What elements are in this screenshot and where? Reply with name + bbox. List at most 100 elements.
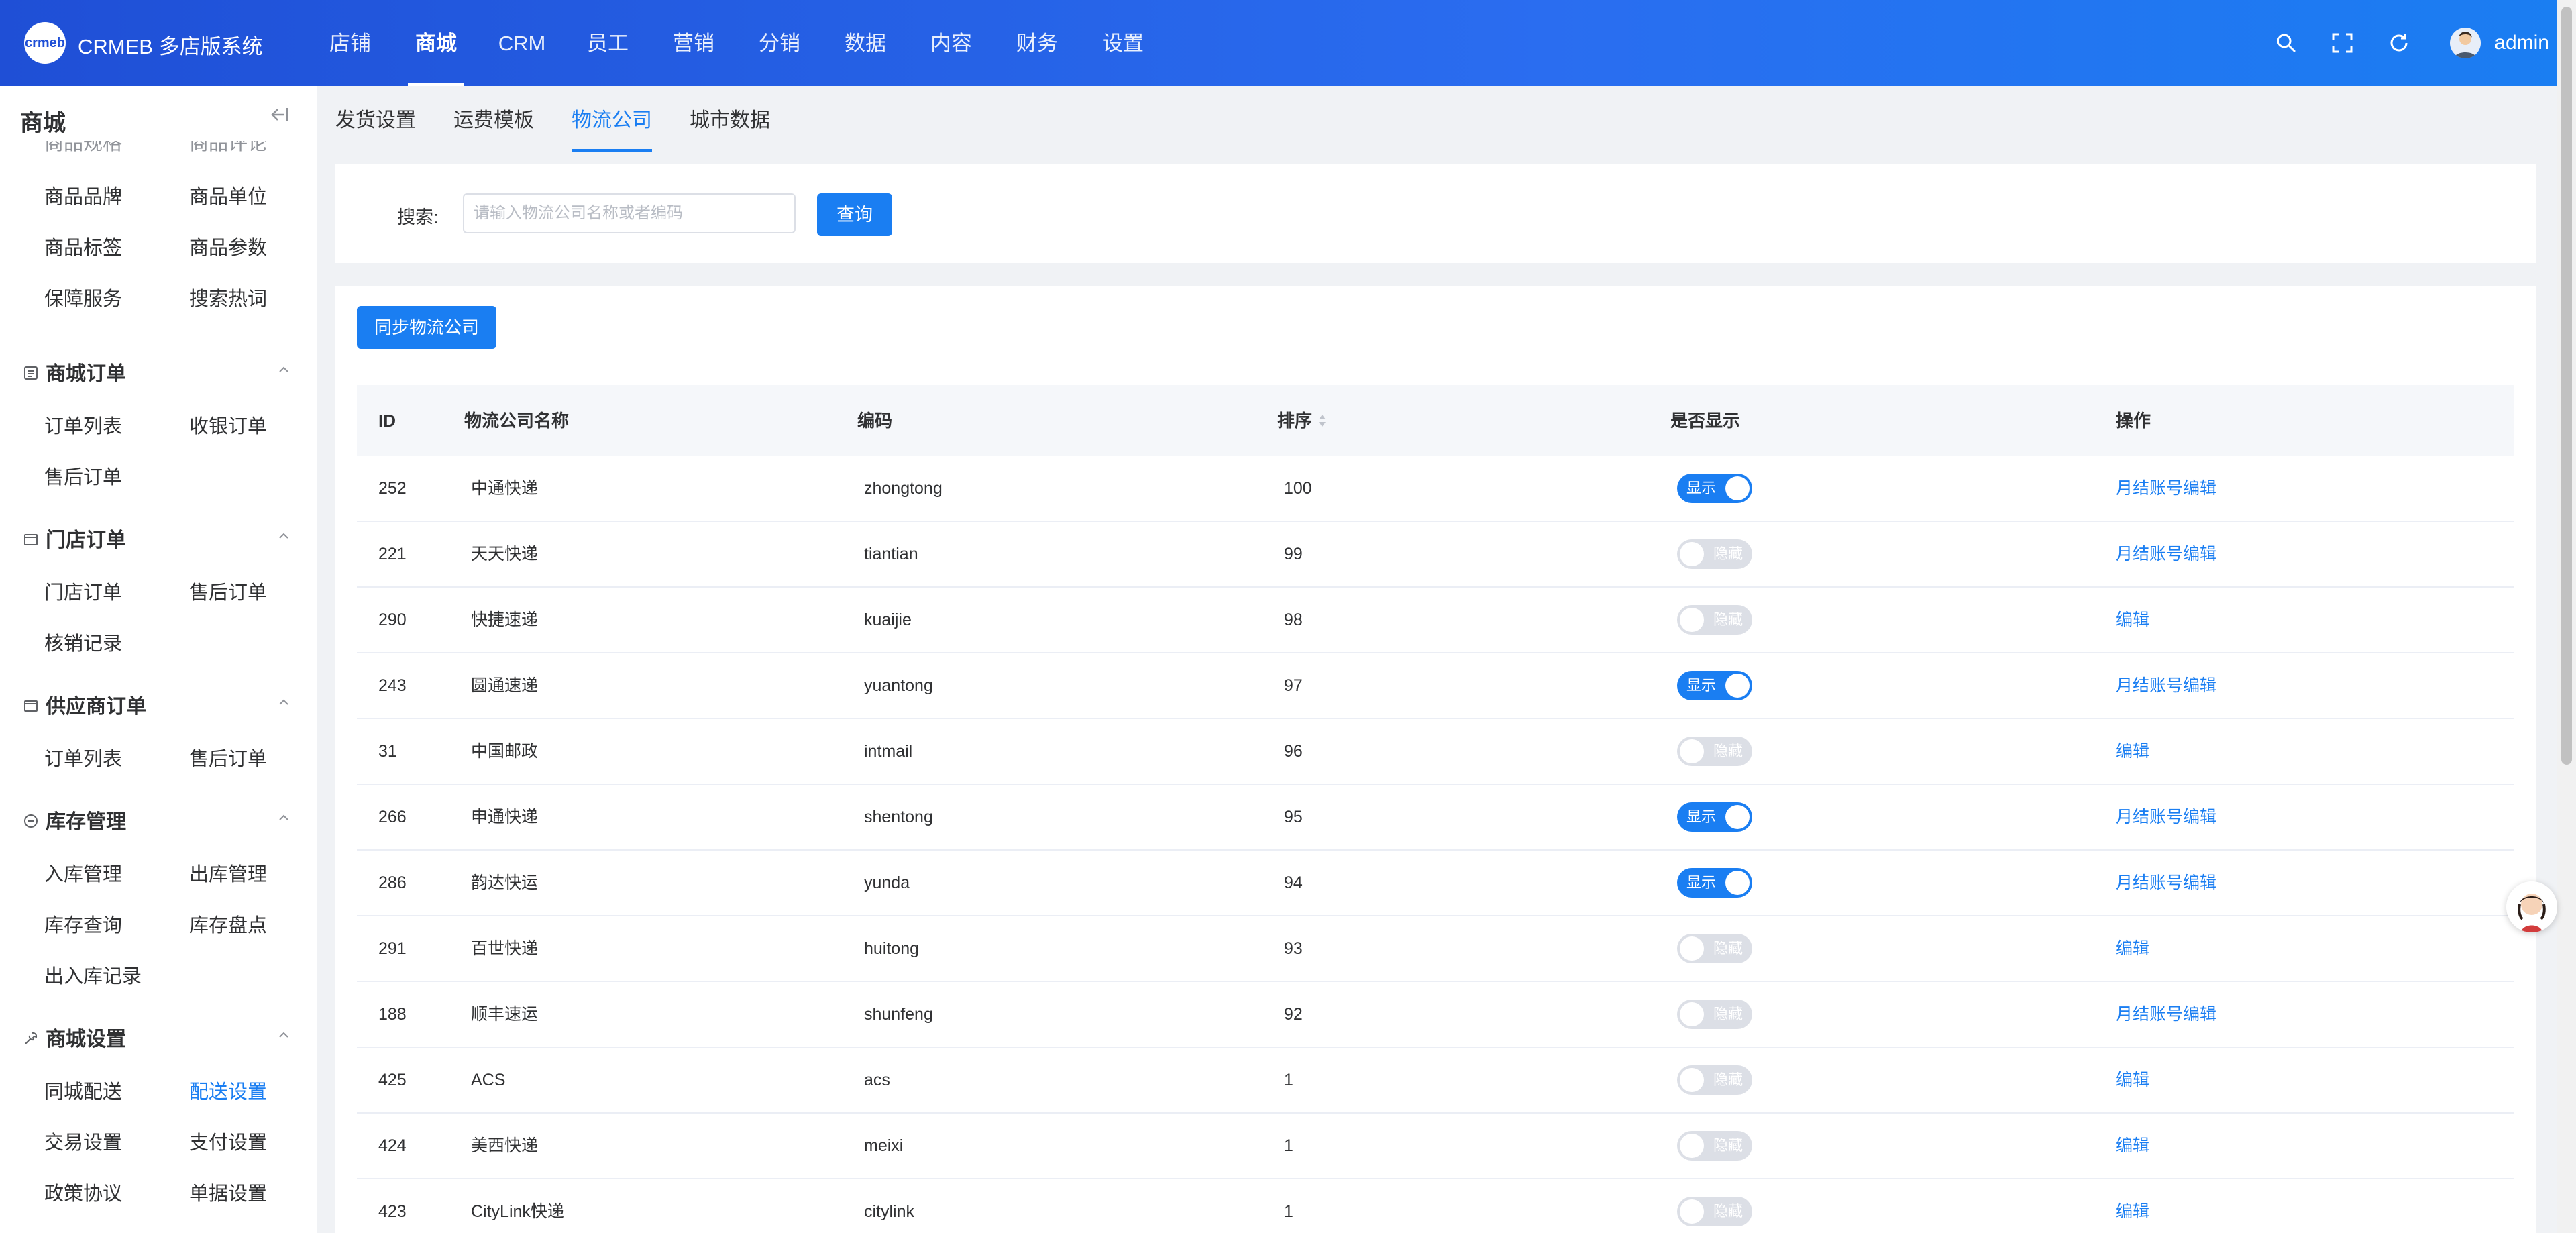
sidebar-item-store-aftersale[interactable]: 售后订单: [189, 577, 267, 605]
sidebar-item-policy[interactable]: 政策协议: [44, 1178, 122, 1206]
visibility-toggle[interactable]: 隐藏: [1677, 934, 1752, 963]
sidebar-group-supplier-orders[interactable]: 供应商订单: [23, 690, 146, 719]
cell-sort: 93: [1284, 939, 1303, 958]
visibility-toggle[interactable]: 显示: [1677, 868, 1752, 898]
tab-logistics-company[interactable]: 物流公司: [572, 103, 652, 152]
sidebar-item-stock-out[interactable]: 出库管理: [189, 859, 267, 887]
sidebar-item-brand[interactable]: 商品品牌: [44, 181, 122, 209]
sidebar-item-stock-query[interactable]: 库存查询: [44, 910, 122, 938]
sidebar-group-mall-orders[interactable]: 商城订单: [23, 357, 126, 386]
chevron-up-icon[interactable]: [276, 695, 291, 713]
sidebar-item-verify-records[interactable]: 核销记录: [44, 628, 122, 656]
visibility-toggle[interactable]: 隐藏: [1677, 737, 1752, 766]
sidebar-item-stock-records[interactable]: 出入库记录: [44, 961, 142, 989]
sidebar-item-order-list[interactable]: 订单列表: [44, 411, 122, 439]
chevron-up-icon[interactable]: [276, 362, 291, 380]
monthly-account-edit-link[interactable]: 月结账号编辑: [2116, 653, 2216, 718]
cell-id: 188: [378, 1005, 407, 1024]
cell-code: shunfeng: [864, 1005, 933, 1024]
sidebar-title: 商城: [20, 111, 66, 136]
sidebar-item-review[interactable]: 商品评论: [189, 141, 267, 156]
visibility-toggle[interactable]: 隐藏: [1677, 1131, 1752, 1161]
top-nav-data[interactable]: 数据: [822, 0, 908, 86]
sidebar-item-delivery-settings[interactable]: 配送设置: [189, 1076, 267, 1104]
visibility-toggle[interactable]: 隐藏: [1677, 605, 1752, 635]
visibility-toggle[interactable]: 隐藏: [1677, 1197, 1752, 1226]
top-nav-mall[interactable]: 商城: [393, 0, 479, 86]
top-nav-distribution[interactable]: 分销: [737, 0, 822, 86]
chevron-up-icon[interactable]: [276, 810, 291, 828]
sidebar-item-payment-settings[interactable]: 支付设置: [189, 1127, 267, 1155]
sidebar-item-city-delivery[interactable]: 同城配送: [44, 1076, 122, 1104]
collapse-sidebar-icon[interactable]: [268, 106, 290, 127]
visibility-toggle[interactable]: 隐藏: [1677, 1065, 1752, 1095]
search-input[interactable]: [463, 193, 796, 233]
edit-link[interactable]: 编辑: [2116, 1179, 2149, 1233]
search-icon[interactable]: [2273, 30, 2300, 56]
top-nav-store[interactable]: 店铺: [307, 0, 393, 86]
chevron-up-icon[interactable]: [276, 1028, 291, 1046]
sort-icon[interactable]: [1318, 386, 1327, 458]
monthly-account-edit-link[interactable]: 月结账号编辑: [2116, 456, 2216, 521]
sidebar-item-cashier-orders[interactable]: 收银订单: [189, 411, 267, 439]
top-nav-content[interactable]: 内容: [908, 0, 994, 86]
query-button[interactable]: 查询: [817, 193, 892, 236]
cell-name: 顺丰速运: [471, 1005, 539, 1024]
sidebar-item-store-orders[interactable]: 门店订单: [44, 577, 122, 605]
monthly-account-edit-link[interactable]: 月结账号编辑: [2116, 982, 2216, 1047]
edit-link[interactable]: 编辑: [2116, 1114, 2149, 1178]
refresh-icon[interactable]: [2385, 30, 2412, 56]
sidebar-item-hot-search[interactable]: 搜索热词: [189, 283, 267, 311]
sidebar-item-guarantee[interactable]: 保障服务: [44, 283, 122, 311]
visibility-toggle[interactable]: 隐藏: [1677, 1000, 1752, 1029]
top-nav-settings[interactable]: 设置: [1080, 0, 1166, 86]
visibility-toggle[interactable]: 显示: [1677, 802, 1752, 832]
sidebar-item-unit[interactable]: 商品单位: [189, 181, 267, 209]
user-avatar[interactable]: [2450, 28, 2481, 58]
fullscreen-icon[interactable]: [2329, 30, 2356, 56]
username[interactable]: admin: [2494, 32, 2549, 54]
column-header-sort[interactable]: 排序: [1277, 385, 1327, 458]
top-nav-finance[interactable]: 财务: [994, 0, 1080, 86]
visibility-toggle[interactable]: 隐藏: [1677, 539, 1752, 569]
customer-service-avatar-icon[interactable]: [2506, 881, 2557, 932]
scrollbar-thumb[interactable]: [2561, 7, 2572, 765]
monthly-account-edit-link[interactable]: 月结账号编辑: [2116, 851, 2216, 915]
visibility-toggle[interactable]: 显示: [1677, 474, 1752, 503]
sidebar-item-stocktake[interactable]: 库存盘点: [189, 910, 267, 938]
top-nav-marketing[interactable]: 营销: [651, 0, 737, 86]
sidebar-item-supplier-order-list[interactable]: 订单列表: [44, 743, 122, 771]
chevron-up-icon[interactable]: [276, 529, 291, 547]
visibility-toggle[interactable]: 显示: [1677, 671, 1752, 700]
sidebar-item-stock-in[interactable]: 入库管理: [44, 859, 122, 887]
monthly-account-edit-link[interactable]: 月结账号编辑: [2116, 522, 2216, 586]
sync-logistics-button[interactable]: 同步物流公司: [357, 306, 496, 349]
edit-link[interactable]: 编辑: [2116, 1048, 2149, 1112]
table-row: 252 中通快递 zhongtong 100 显示 月结账号编辑: [357, 456, 2514, 522]
logistics-table-panel: 同步物流公司 ID 物流公司名称 编码 排序 是否显示 操作 252 中通快递 zh…: [335, 286, 2536, 1233]
toggle-label: 隐藏: [1713, 1203, 1743, 1220]
sidebar-item-supplier-aftersale[interactable]: 售后订单: [189, 743, 267, 771]
cell-id: 221: [378, 545, 407, 564]
sidebar-item-spec[interactable]: 商品规格: [44, 141, 122, 156]
sidebar-group-store-orders[interactable]: 门店订单: [23, 523, 126, 553]
edit-link[interactable]: 编辑: [2116, 588, 2149, 652]
top-nav-crm[interactable]: CRM: [479, 0, 565, 86]
top-nav-staff[interactable]: 员工: [565, 0, 651, 86]
sidebar-item-tag[interactable]: 商品标签: [44, 232, 122, 260]
edit-link[interactable]: 编辑: [2116, 719, 2149, 784]
sidebar-item-params[interactable]: 商品参数: [189, 232, 267, 260]
toggle-label: 隐藏: [1713, 611, 1743, 628]
sidebar-item-receipt-settings[interactable]: 单据设置: [189, 1178, 267, 1206]
table-row: 221 天天快递 tiantian 99 隐藏 月结账号编辑: [357, 522, 2514, 588]
tab-city-data[interactable]: 城市数据: [690, 103, 770, 149]
sidebar-item-trade-settings[interactable]: 交易设置: [44, 1127, 122, 1155]
sidebar-group-inventory[interactable]: 库存管理: [23, 805, 126, 835]
sidebar-item-aftersale-orders[interactable]: 售后订单: [44, 462, 122, 490]
monthly-account-edit-link[interactable]: 月结账号编辑: [2116, 785, 2216, 849]
sidebar-group-mall-settings[interactable]: 商城设置: [23, 1022, 126, 1052]
edit-link[interactable]: 编辑: [2116, 916, 2149, 981]
tab-freight-template[interactable]: 运费模板: [453, 103, 534, 149]
tab-shipping-settings[interactable]: 发货设置: [335, 103, 416, 149]
page-scrollbar[interactable]: [2557, 0, 2576, 1233]
